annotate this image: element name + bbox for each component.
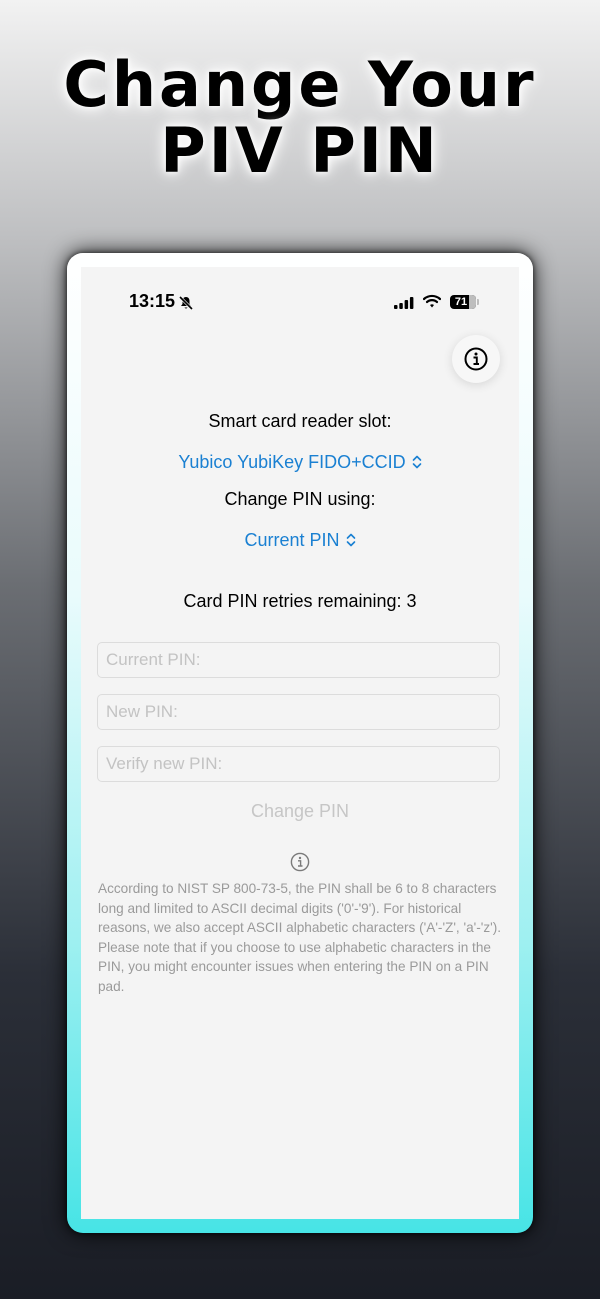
chevron-up-down-icon <box>412 454 422 475</box>
pin-retries-text: Card PIN retries remaining: 3 <box>183 591 417 611</box>
battery-icon: 71 <box>450 295 479 309</box>
status-time: 13:15 <box>129 291 176 311</box>
chevron-up-down-icon <box>346 532 356 553</box>
cellular-signal-icon <box>394 296 414 314</box>
headline-line-1: Change Your <box>63 48 537 121</box>
verify-pin-field[interactable] <box>97 746 500 782</box>
info-icon <box>289 851 311 878</box>
current-pin-field[interactable] <box>97 642 500 678</box>
info-button[interactable] <box>452 335 500 383</box>
method-picker[interactable]: Current PIN <box>81 530 519 553</box>
slot-label: Smart card reader slot: <box>208 411 392 431</box>
info-icon <box>464 347 488 371</box>
status-bar: 13:15 71 <box>81 267 519 337</box>
headline-line-2: PIV PIN <box>160 114 440 187</box>
method-label: Change PIN using: <box>224 489 376 509</box>
note-paragraph: Please note that if you choose to use al… <box>98 939 491 994</box>
battery-nub <box>477 299 479 305</box>
note-paragraph: According to NIST SP 800-73-5, the PIN s… <box>98 881 502 935</box>
slot-picker[interactable]: Yubico YubiKey FIDO+CCID <box>81 452 519 475</box>
change-pin-button[interactable]: Change PIN <box>81 797 519 826</box>
app-screen: 13:15 71 Smart card reader slot: Yubico … <box>81 267 519 1219</box>
wifi-icon <box>422 294 442 313</box>
new-pin-field[interactable] <box>97 694 500 730</box>
pin-requirements-note: According to NIST SP 800-73-5, the PIN s… <box>98 879 506 996</box>
battery-percent: 71 <box>454 296 468 308</box>
bell-slash-icon <box>178 295 194 316</box>
promo-headline: Change Your PIV PIN <box>0 52 600 184</box>
slot-picker-value: Yubico YubiKey FIDO+CCID <box>178 452 406 472</box>
method-picker-value: Current PIN <box>244 530 340 550</box>
